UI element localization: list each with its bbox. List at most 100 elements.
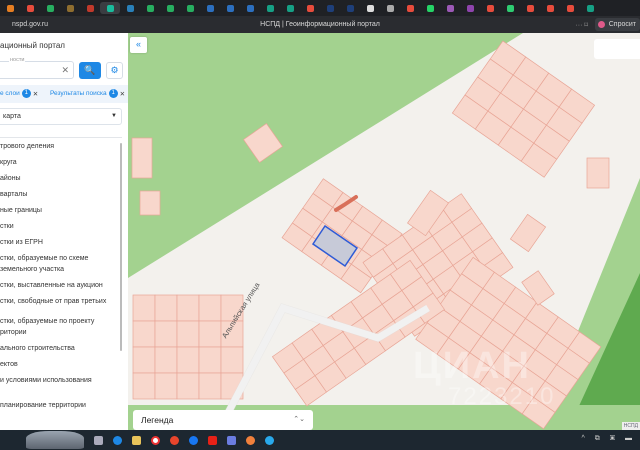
browser-tab[interactable]: [160, 2, 180, 14]
browser-tab[interactable]: [280, 2, 300, 14]
browser-tab[interactable]: [180, 2, 200, 14]
browser-tab[interactable]: [220, 2, 240, 14]
parcel[interactable]: [132, 372, 156, 400]
parcel[interactable]: [586, 157, 610, 189]
parcel[interactable]: [154, 294, 178, 322]
browser-tab[interactable]: [400, 2, 420, 14]
layer-item[interactable]: стки из ЕГРН: [0, 237, 43, 248]
parcel[interactable]: [139, 190, 161, 216]
parcel[interactable]: [176, 294, 200, 322]
parcel[interactable]: [509, 213, 547, 253]
parcel[interactable]: [198, 294, 222, 322]
browser-tab[interactable]: [20, 2, 40, 14]
yandex-browser-icon[interactable]: [151, 435, 160, 445]
parcel[interactable]: [132, 320, 156, 348]
parcel[interactable]: [132, 294, 156, 322]
browser-tab[interactable]: [520, 2, 540, 14]
parcel[interactable]: [220, 346, 244, 374]
tab-favicon-icon: [186, 4, 194, 12]
browser-tab[interactable]: [60, 2, 80, 14]
layer-item[interactable]: планирование территории: [0, 400, 86, 411]
parcel[interactable]: [176, 372, 200, 400]
layer-item[interactable]: ные границы: [0, 205, 42, 216]
layer-item[interactable]: земельного участка: [0, 264, 64, 275]
facebook-icon[interactable]: [189, 435, 198, 445]
browser-tab[interactable]: [380, 2, 400, 14]
filter-button[interactable]: ⚙: [106, 62, 123, 79]
youtube-icon[interactable]: [208, 435, 217, 445]
edge-icon[interactable]: [113, 435, 122, 445]
browser-tab[interactable]: [480, 2, 500, 14]
layer-item[interactable]: и условиями использования: [0, 375, 92, 386]
address-bar[interactable]: nspd.gov.ru НСПД | Геоинформационный пор…: [0, 16, 640, 33]
parcel[interactable]: [198, 320, 222, 348]
search-button[interactable]: 🔍: [79, 62, 101, 79]
layer-item[interactable]: айоны: [0, 173, 21, 184]
browser-tab[interactable]: [360, 2, 380, 14]
parcel[interactable]: [198, 372, 222, 400]
browser-tab[interactable]: [300, 2, 320, 14]
scrollbar[interactable]: [120, 143, 122, 351]
browser-tab[interactable]: [320, 2, 340, 14]
browser-menu[interactable]: ··· ⌑: [575, 21, 588, 29]
parcel[interactable]: [176, 346, 200, 374]
layer-item[interactable]: стки, свободные от прав третьих: [0, 296, 106, 307]
task-view-icon[interactable]: [94, 435, 103, 445]
browser-tab[interactable]: [200, 2, 220, 14]
parcel[interactable]: [154, 320, 178, 348]
tab-favicon-icon: [346, 4, 354, 12]
parcel[interactable]: [154, 346, 178, 374]
layer-item[interactable]: варталы: [0, 189, 27, 200]
browser-tab[interactable]: [100, 2, 120, 14]
tab-favicon-icon: [506, 4, 514, 12]
telegram-icon[interactable]: [265, 435, 274, 445]
app-icon[interactable]: [227, 435, 236, 445]
explorer-icon[interactable]: [132, 435, 141, 445]
browser-tab[interactable]: [260, 2, 280, 14]
layer-item[interactable]: ритории: [0, 327, 27, 338]
browser-tab[interactable]: [80, 2, 100, 14]
parcel[interactable]: [132, 346, 156, 374]
chip-layers[interactable]: е слои 1 ✕: [0, 89, 38, 98]
maps-icon[interactable]: [246, 435, 255, 445]
search-input[interactable]: ности ✕: [0, 57, 74, 79]
map-canvas[interactable]: « Альпийская улица ЦИАН 7223210 Легенда ⌃…: [128, 33, 640, 430]
clear-icon[interactable]: ✕: [61, 65, 69, 76]
basemap-select[interactable]: карта ▼: [0, 108, 122, 125]
layer-item[interactable]: стки, выставленные на аукцион: [0, 280, 103, 291]
system-tray[interactable]: ^ ⧉ ▣ ▬: [582, 435, 636, 443]
parcel[interactable]: [198, 346, 222, 374]
parcel[interactable]: [131, 137, 153, 179]
parcel[interactable]: [176, 320, 200, 348]
collapse-panel-button[interactable]: «: [130, 37, 147, 53]
browser-tab[interactable]: [580, 2, 600, 14]
ask-button[interactable]: Спросит: [594, 18, 640, 31]
layer-item[interactable]: стки, образуемые по проекту: [0, 316, 94, 327]
layer-item[interactable]: стки, образуемые по схеме: [0, 253, 88, 264]
parcel[interactable]: [154, 372, 178, 400]
browser-tab[interactable]: [440, 2, 460, 14]
yandex-icon[interactable]: [170, 435, 179, 445]
close-icon[interactable]: ✕: [120, 90, 125, 98]
layer-item[interactable]: стки: [0, 221, 14, 232]
chip-search-results[interactable]: Результаты поиска 1 ✕: [50, 89, 125, 98]
browser-tab[interactable]: [500, 2, 520, 14]
browser-tab[interactable]: [140, 2, 160, 14]
close-icon[interactable]: ✕: [33, 90, 38, 98]
layer-item[interactable]: круга: [0, 157, 17, 168]
browser-tab[interactable]: [40, 2, 60, 14]
browser-tab[interactable]: [0, 2, 20, 14]
browser-tab[interactable]: [420, 2, 440, 14]
browser-tab[interactable]: [240, 2, 260, 14]
browser-tab[interactable]: [540, 2, 560, 14]
browser-tab[interactable]: [460, 2, 480, 14]
chip-label: е слои: [0, 90, 20, 97]
legend-select[interactable]: Легенда ⌃⌄: [133, 410, 313, 430]
browser-tab[interactable]: [340, 2, 360, 14]
layer-item[interactable]: ектов: [0, 359, 18, 370]
browser-tab[interactable]: [560, 2, 580, 14]
layer-item[interactable]: трового деления: [0, 141, 54, 152]
map-search-box[interactable]: [594, 39, 640, 59]
layer-item[interactable]: ального строительства: [0, 343, 75, 354]
browser-tab[interactable]: [120, 2, 140, 14]
